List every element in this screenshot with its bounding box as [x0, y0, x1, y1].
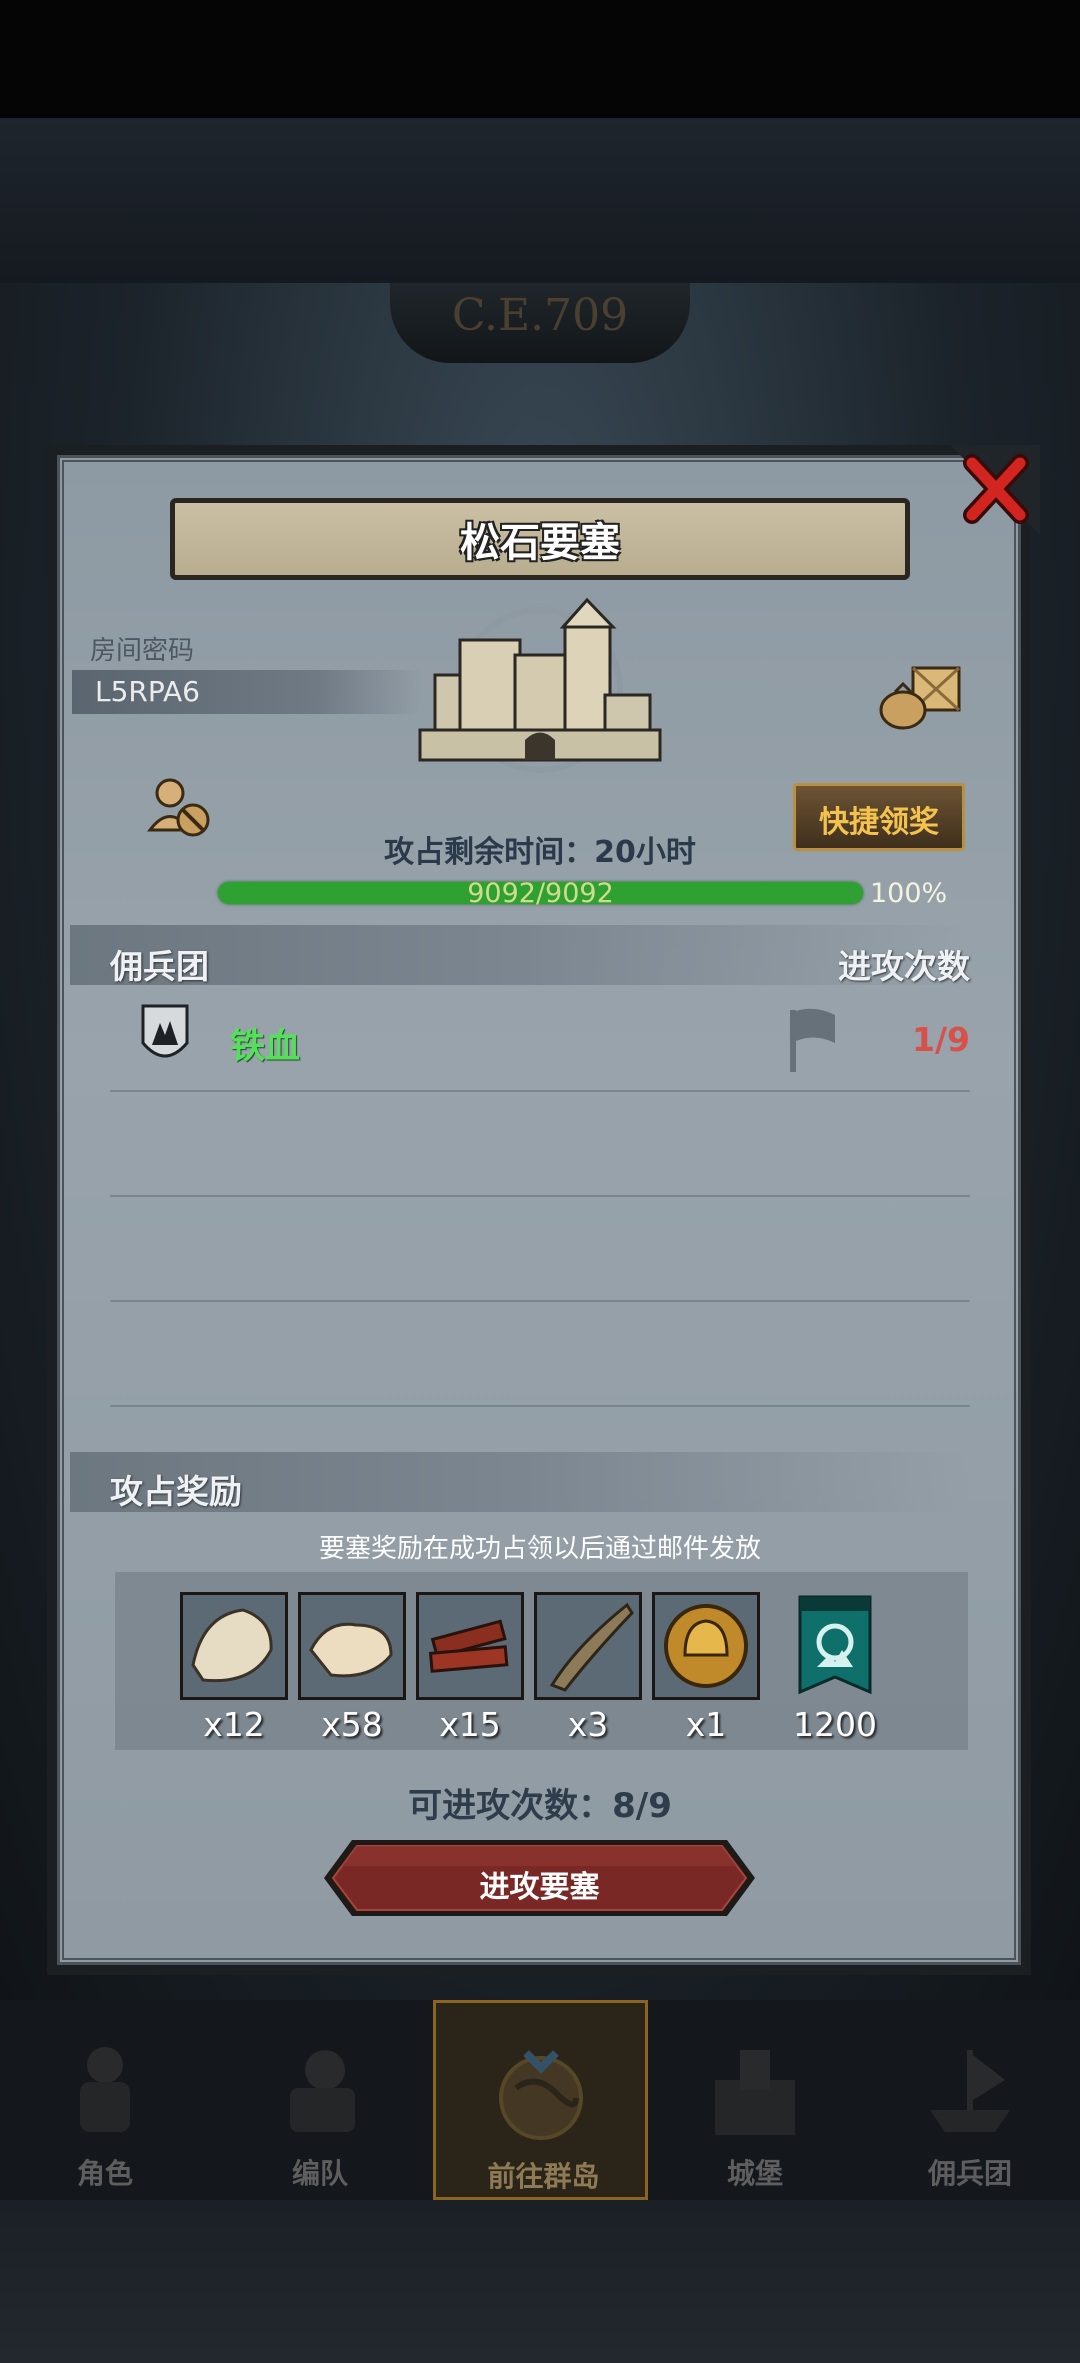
globe-icon	[499, 2050, 583, 2140]
reward-count: x1	[685, 1705, 727, 1744]
guild-banner-icon[interactable]	[795, 1592, 875, 1700]
reward-item[interactable]	[416, 1592, 524, 1700]
close-icon[interactable]	[950, 445, 1040, 535]
nav-label: 佣兵团	[927, 2157, 1012, 2190]
fur-pelt-icon	[183, 1595, 285, 1697]
status-bar-area	[0, 0, 1080, 118]
nav-item-role[interactable]: 角色	[5, 2000, 205, 2200]
page-title: 松石要塞	[460, 520, 620, 566]
reward-item[interactable]	[180, 1592, 288, 1700]
nav-item-islands[interactable]: 前往群岛	[433, 2000, 648, 2200]
reward-count: x12	[203, 1705, 265, 1744]
nav-label: 城堡	[726, 2157, 783, 2190]
reward-item[interactable]	[298, 1592, 406, 1700]
reward-header: 攻占奖励	[110, 1472, 242, 1511]
header-bar	[0, 118, 1080, 283]
quick-claim-label: 快捷领奖	[819, 805, 939, 840]
no-guest-icon[interactable]	[145, 775, 215, 840]
nav-item-castle[interactable]: 城堡	[655, 2000, 855, 2200]
wood-planks-icon	[419, 1595, 521, 1697]
mercenary-ship-icon	[930, 2050, 1010, 2132]
mercenary-header: 佣兵团	[110, 947, 209, 986]
reward-item[interactable]	[652, 1592, 760, 1700]
reward-count: x58	[321, 1705, 383, 1744]
nav-item-mercenary[interactable]: 佣兵团	[870, 2000, 1070, 2200]
wool-icon	[301, 1595, 403, 1697]
reward-note: 要塞奖励在成功占领以后通过邮件发放	[318, 1534, 761, 1564]
reward-count: x3	[567, 1705, 609, 1744]
castle-icon	[715, 2050, 795, 2135]
room-password-value: L5RPA6	[95, 675, 200, 708]
reward-count: x15	[439, 1705, 501, 1744]
era-label: C.E.709	[451, 290, 629, 341]
row-divider	[110, 1090, 970, 1092]
remaining-attacks: 可进攻次数：8/9	[408, 1786, 672, 1826]
gold-helmet-coin-icon	[655, 1595, 757, 1697]
bottom-area	[0, 2200, 1080, 2363]
formation-icon	[290, 2050, 355, 2132]
fortress-icon	[418, 597, 662, 773]
nav-label: 前往群岛	[487, 2160, 600, 2193]
horn-icon	[537, 1595, 639, 1697]
row-divider	[110, 1300, 970, 1302]
row-divider	[110, 1195, 970, 1197]
flag-icon	[790, 1008, 835, 1072]
fortress-hp-text: 9092/9092	[467, 878, 614, 909]
resource-bag-icon[interactable]	[875, 660, 965, 730]
guild-shield-icon	[141, 1004, 189, 1058]
knight-icon	[80, 2047, 130, 2132]
room-password-label: 房间密码	[90, 636, 195, 666]
guild-name: 铁血	[230, 1027, 301, 1067]
nav-label: 编队	[291, 2157, 348, 2190]
reward-item[interactable]	[534, 1592, 642, 1700]
row-divider	[110, 1405, 970, 1407]
attack-count-header: 进攻次数	[838, 947, 970, 986]
guild-attack-count: 1/9	[912, 1020, 970, 1059]
reward-count: 1200	[793, 1705, 877, 1744]
nav-item-formation[interactable]: 编队	[220, 2000, 420, 2200]
attack-fortress-label: 进攻要塞	[479, 1870, 600, 1905]
fortress-hp-percent: 100%	[870, 878, 948, 909]
time-remaining: 攻占剩余时间：20小时	[384, 835, 696, 870]
nav-label: 角色	[76, 2157, 133, 2190]
